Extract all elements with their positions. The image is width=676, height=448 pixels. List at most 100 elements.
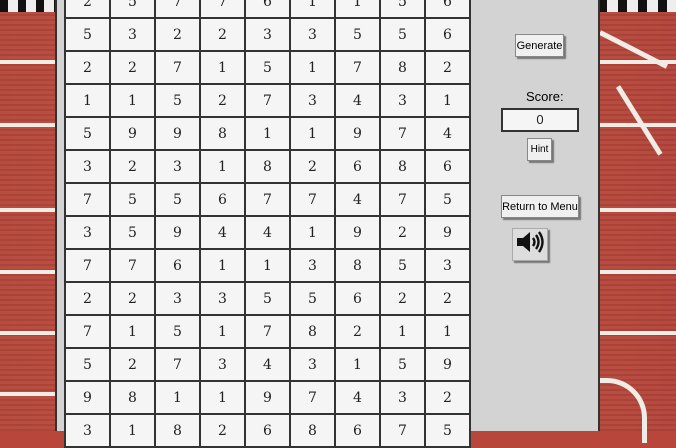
grid-cell[interactable]: 9: [64, 380, 111, 415]
grid-cell[interactable]: 9: [424, 215, 471, 250]
grid-cell[interactable]: 7: [289, 380, 336, 415]
grid-cell[interactable]: 9: [334, 215, 381, 250]
grid-cell[interactable]: 7: [334, 50, 381, 85]
grid-cell[interactable]: 5: [109, 215, 156, 250]
grid-cell[interactable]: 8: [244, 149, 291, 184]
grid-cell[interactable]: 2: [424, 281, 471, 316]
grid-cell[interactable]: 3: [199, 347, 246, 382]
grid-cell[interactable]: 2: [109, 347, 156, 382]
grid-cell[interactable]: 2: [379, 281, 426, 316]
grid-cell[interactable]: 9: [334, 116, 381, 151]
grid-cell[interactable]: 7: [154, 347, 201, 382]
grid-cell[interactable]: 7: [289, 182, 336, 217]
grid-cell[interactable]: 7: [109, 248, 156, 283]
grid-cell[interactable]: 4: [334, 83, 381, 118]
grid-cell[interactable]: 2: [64, 0, 111, 19]
grid-cell[interactable]: 8: [109, 380, 156, 415]
grid-cell[interactable]: 3: [64, 215, 111, 250]
grid-cell[interactable]: 8: [289, 314, 336, 349]
grid-cell[interactable]: 7: [64, 248, 111, 283]
grid-cell[interactable]: 1: [109, 314, 156, 349]
grid-cell[interactable]: 8: [379, 149, 426, 184]
grid-cell[interactable]: 4: [244, 347, 291, 382]
grid-cell[interactable]: 5: [244, 50, 291, 85]
grid-cell[interactable]: 3: [154, 281, 201, 316]
return-to-menu-button[interactable]: Return to Menu: [501, 195, 579, 218]
grid-cell[interactable]: 3: [64, 149, 111, 184]
grid-cell[interactable]: 4: [244, 215, 291, 250]
grid-cell[interactable]: 1: [244, 248, 291, 283]
grid-cell[interactable]: 5: [334, 17, 381, 52]
grid-cell[interactable]: 3: [289, 83, 336, 118]
grid-cell[interactable]: 1: [244, 116, 291, 151]
grid-cell[interactable]: 2: [109, 281, 156, 316]
grid-cell[interactable]: 7: [244, 182, 291, 217]
grid-cell[interactable]: 5: [109, 182, 156, 217]
grid-cell[interactable]: 3: [379, 380, 426, 415]
grid-cell[interactable]: 3: [154, 149, 201, 184]
grid-cell[interactable]: 1: [289, 0, 336, 19]
grid-cell[interactable]: 5: [379, 0, 426, 19]
grid-cell[interactable]: 5: [154, 83, 201, 118]
grid-cell[interactable]: 2: [199, 17, 246, 52]
grid-cell[interactable]: 9: [244, 380, 291, 415]
grid-cell[interactable]: 4: [424, 116, 471, 151]
grid-cell[interactable]: 7: [154, 0, 201, 19]
hint-button[interactable]: Hint: [527, 138, 552, 161]
grid-cell[interactable]: 1: [199, 314, 246, 349]
grid-cell[interactable]: 7: [64, 182, 111, 217]
grid-cell[interactable]: 1: [334, 0, 381, 19]
grid-cell[interactable]: 5: [379, 17, 426, 52]
grid-cell[interactable]: 3: [109, 17, 156, 52]
grid-cell[interactable]: 2: [109, 149, 156, 184]
grid-cell[interactable]: 3: [289, 248, 336, 283]
grid-cell[interactable]: 7: [199, 0, 246, 19]
grid-cell[interactable]: 6: [154, 248, 201, 283]
grid-cell[interactable]: 7: [244, 314, 291, 349]
grid-cell[interactable]: 1: [64, 83, 111, 118]
grid-cell[interactable]: 5: [154, 182, 201, 217]
grid-cell[interactable]: 1: [289, 50, 336, 85]
grid-cell[interactable]: 3: [379, 83, 426, 118]
generate-button[interactable]: Generate: [515, 34, 564, 57]
grid-cell[interactable]: 5: [424, 182, 471, 217]
grid-cell[interactable]: 1: [199, 380, 246, 415]
grid-cell[interactable]: 2: [289, 149, 336, 184]
grid-cell[interactable]: 3: [244, 17, 291, 52]
grid-cell[interactable]: 1: [199, 149, 246, 184]
grid-cell[interactable]: 2: [424, 50, 471, 85]
grid-cell[interactable]: 6: [334, 149, 381, 184]
grid-cell[interactable]: 6: [244, 0, 291, 19]
grid-cell[interactable]: 5: [379, 347, 426, 382]
grid-cell[interactable]: 2: [109, 50, 156, 85]
grid-cell[interactable]: 5: [379, 248, 426, 283]
grid-cell[interactable]: 9: [109, 116, 156, 151]
grid-cell[interactable]: 3: [289, 17, 336, 52]
grid-cell[interactable]: 5: [289, 281, 336, 316]
grid-cell[interactable]: 8: [379, 50, 426, 85]
grid-cell[interactable]: 2: [424, 380, 471, 415]
grid-cell[interactable]: 1: [289, 116, 336, 151]
grid-cell[interactable]: 1: [334, 347, 381, 382]
grid-cell[interactable]: 7: [379, 116, 426, 151]
grid-cell[interactable]: 5: [154, 314, 201, 349]
grid-cell[interactable]: 1: [199, 50, 246, 85]
grid-cell[interactable]: 2: [64, 50, 111, 85]
grid-cell[interactable]: 1: [289, 215, 336, 250]
grid-cell[interactable]: 6: [424, 0, 471, 19]
grid-cell[interactable]: 9: [154, 116, 201, 151]
grid-cell[interactable]: 9: [424, 347, 471, 382]
grid-cell[interactable]: 6: [424, 17, 471, 52]
grid-cell[interactable]: 5: [244, 281, 291, 316]
grid-cell[interactable]: 6: [424, 149, 471, 184]
grid-cell[interactable]: 2: [64, 281, 111, 316]
grid-cell[interactable]: 4: [334, 380, 381, 415]
grid-cell[interactable]: 6: [334, 281, 381, 316]
grid-cell[interactable]: 1: [379, 314, 426, 349]
grid-cell[interactable]: 2: [199, 83, 246, 118]
grid-cell[interactable]: 3: [424, 248, 471, 283]
grid-cell[interactable]: 2: [154, 17, 201, 52]
grid-cell[interactable]: 5: [64, 347, 111, 382]
grid-cell[interactable]: 2: [379, 215, 426, 250]
grid-cell[interactable]: 4: [199, 215, 246, 250]
